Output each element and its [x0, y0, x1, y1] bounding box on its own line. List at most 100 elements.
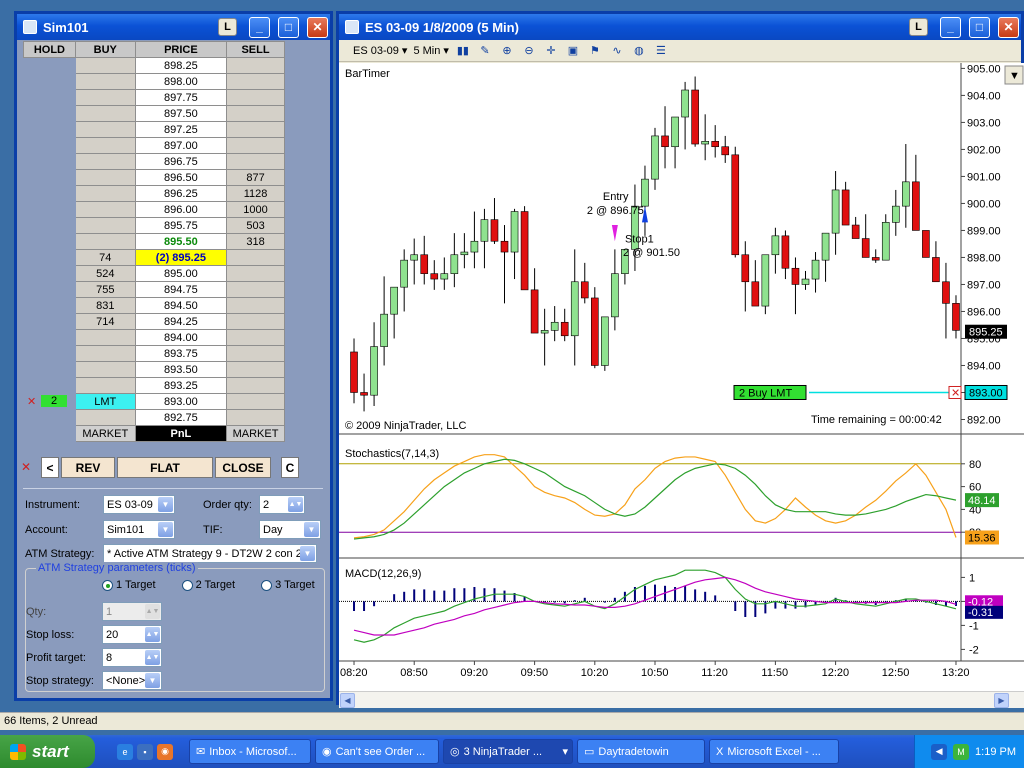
drawing-tool-icon[interactable]: ✎: [477, 44, 493, 58]
buy-cell[interactable]: [74, 57, 136, 74]
reverse-button[interactable]: REV: [61, 457, 115, 478]
interval-dropdown[interactable]: 5 Min ▾: [413, 44, 448, 57]
tray-expand-icon[interactable]: ◀: [931, 743, 948, 760]
instrument-dropdown[interactable]: ES 03-09 ▾: [353, 44, 407, 57]
chart-panel[interactable]: 905.00 904.00 903.00 902.00 901.00 900.00 899.…: [339, 63, 1024, 691]
data-box-icon[interactable]: ◍: [631, 44, 647, 58]
minimize-button[interactable]: _: [940, 16, 961, 38]
hold-header[interactable]: HOLD: [23, 41, 76, 58]
buy-cell[interactable]: LMT: [74, 393, 136, 410]
spinner-icon[interactable]: ▲▼: [145, 650, 160, 665]
sell-cell[interactable]: 1000: [226, 201, 285, 218]
sell-cell[interactable]: [226, 409, 285, 426]
buy-cell[interactable]: [74, 105, 136, 122]
sell-cell[interactable]: [226, 105, 285, 122]
scroll-right-icon[interactable]: ▶: [994, 693, 1009, 708]
buy-cell[interactable]: [74, 137, 136, 154]
instrument-select[interactable]: ES 03-09 ▼: [103, 495, 175, 514]
sell-cell[interactable]: [226, 153, 285, 170]
buy-cell[interactable]: [74, 361, 136, 378]
sell-cell[interactable]: [226, 57, 285, 74]
cancel-all-icon[interactable]: ✕: [21, 460, 31, 474]
sell-cell[interactable]: [226, 281, 285, 298]
desktop-icon[interactable]: ▪: [137, 743, 153, 760]
buy-cell[interactable]: [74, 217, 136, 234]
buy-cell[interactable]: [74, 89, 136, 106]
chart-svg[interactable]: 905.00 904.00 903.00 902.00 901.00 900.00 899.…: [339, 63, 1024, 691]
zoom-in-icon[interactable]: ⊕: [499, 44, 515, 58]
ie-icon[interactable]: e: [117, 743, 133, 760]
c-button[interactable]: C: [281, 457, 299, 478]
flat-button[interactable]: FLAT: [117, 457, 213, 478]
minimize-button[interactable]: _: [249, 16, 270, 38]
indicators-icon[interactable]: ∿: [609, 44, 625, 58]
crosshair-icon[interactable]: ✛: [543, 44, 559, 58]
profit-target-field[interactable]: 8 ▲▼: [102, 648, 162, 667]
clock[interactable]: 1:19 PM: [975, 746, 1016, 758]
lock-button[interactable]: L: [218, 18, 237, 36]
task-ninjatrader[interactable]: ◎ 3 NinjaTrader ... ▾: [443, 739, 573, 764]
start-button[interactable]: start: [0, 735, 95, 768]
sell-cell[interactable]: [226, 313, 285, 330]
sell-cell[interactable]: [226, 137, 285, 154]
stop-strategy-select[interactable]: <None> ▼: [102, 671, 162, 690]
task-firefox[interactable]: ◉ Can't see Order ...: [315, 739, 439, 764]
buy-cell[interactable]: [74, 121, 136, 138]
properties-icon[interactable]: ▣: [565, 44, 581, 58]
lock-button[interactable]: L: [909, 18, 928, 36]
scroll-left-icon[interactable]: ◀: [340, 693, 355, 708]
zoom-out-icon[interactable]: ⊖: [521, 44, 537, 58]
sell-cell[interactable]: 1128: [226, 185, 285, 202]
sell-market-button[interactable]: MARKET: [226, 425, 285, 442]
sell-cell[interactable]: [226, 73, 285, 90]
buy-cell[interactable]: [74, 377, 136, 394]
buy-cell[interactable]: [74, 185, 136, 202]
task-excel[interactable]: X Microsoft Excel - ...: [709, 739, 839, 764]
buy-cell[interactable]: 831: [74, 297, 136, 314]
sell-cell[interactable]: [226, 297, 285, 314]
sell-cell[interactable]: [226, 89, 285, 106]
left-arrow-button[interactable]: <: [41, 457, 59, 478]
buy-cell[interactable]: 524: [74, 265, 136, 282]
spinner-icon[interactable]: ▲▼: [145, 627, 160, 642]
account-select[interactable]: Sim101 ▼: [103, 520, 175, 539]
buy-market-button[interactable]: MARKET: [74, 425, 136, 442]
bar-type-icon[interactable]: ▮▮: [455, 44, 471, 58]
messenger-icon[interactable]: M: [953, 743, 970, 760]
task-inbox[interactable]: ✉ Inbox - Microsof...: [189, 739, 311, 764]
sell-cell[interactable]: 318: [226, 233, 285, 250]
list-icon[interactable]: ☰: [653, 44, 669, 58]
buy-cell[interactable]: [74, 345, 136, 362]
sell-cell[interactable]: [226, 393, 285, 410]
sell-cell[interactable]: [226, 265, 285, 282]
buy-cell[interactable]: [74, 233, 136, 250]
sell-cell[interactable]: [226, 345, 285, 362]
target-2-radio[interactable]: 2 Target: [181, 579, 235, 591]
horizontal-scrollbar[interactable]: ◀ ▶: [339, 691, 1024, 708]
spinner-icon[interactable]: ▲▼: [288, 497, 303, 512]
buy-cell[interactable]: [74, 169, 136, 186]
order-qty-field[interactable]: 2 ▲▼: [259, 495, 305, 514]
atm-strategy-select[interactable]: * Active ATM Strategy 9 - DT2W 2 con 2 ▼: [103, 544, 317, 563]
buy-cell[interactable]: [74, 329, 136, 346]
strategy-icon[interactable]: ⚑: [587, 44, 603, 58]
sell-cell[interactable]: [226, 121, 285, 138]
stop-loss-field[interactable]: 20 ▲▼: [102, 625, 162, 644]
buy-cell[interactable]: 74: [74, 249, 136, 266]
cancel-order-icon[interactable]: ✕: [27, 395, 36, 408]
task-daytradetowin[interactable]: ▭ Daytradetowin: [577, 739, 705, 764]
close-button[interactable]: ✕: [998, 16, 1019, 38]
close-position-button[interactable]: CLOSE: [215, 457, 271, 478]
dom-titlebar[interactable]: Sim101 L _ □ ✕: [17, 14, 330, 40]
sell-cell[interactable]: [226, 249, 285, 266]
buy-cell[interactable]: [74, 409, 136, 426]
target-1-radio[interactable]: 1 Target: [102, 579, 156, 591]
maximize-button[interactable]: □: [969, 16, 990, 38]
tif-select[interactable]: Day ▼: [259, 520, 321, 539]
sell-cell[interactable]: 503: [226, 217, 285, 234]
chart-titlebar[interactable]: ES 03-09 1/8/2009 (5 Min) L _ □ ✕: [339, 14, 1021, 40]
buy-cell[interactable]: [74, 73, 136, 90]
buy-cell[interactable]: [74, 201, 136, 218]
target-3-radio[interactable]: 3 Target: [261, 579, 315, 591]
buy-cell[interactable]: 714: [74, 313, 136, 330]
